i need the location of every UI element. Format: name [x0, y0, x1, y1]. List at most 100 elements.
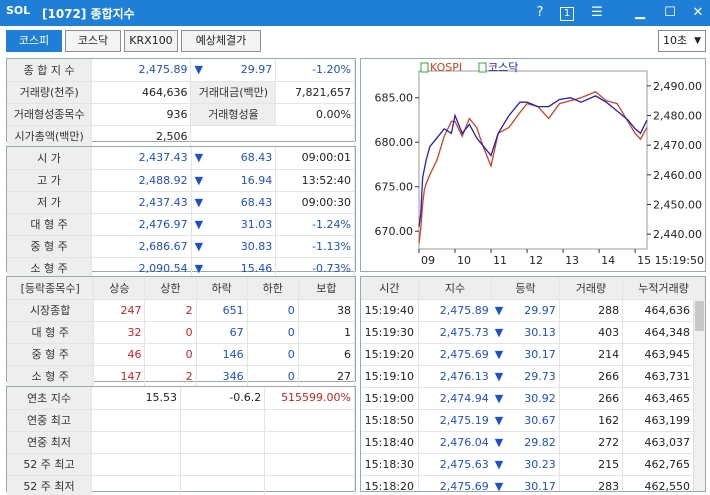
- tick-time: 15:19:10: [361, 365, 419, 388]
- trade-amount-value: 7,821,657: [275, 81, 355, 104]
- tab-krx100[interactable]: KRX100: [124, 30, 178, 52]
- down-arrow-icon: ▼: [191, 191, 207, 214]
- down-arrow-icon: ▼: [191, 213, 207, 236]
- right-tick-label: 2,470.00: [653, 139, 702, 152]
- price-value: 2,488.92: [91, 169, 192, 192]
- price-change: 30.83: [206, 235, 277, 258]
- price-row: 중 형 주 2,686.67 ▼ 30.83 -1.13%: [7, 235, 355, 258]
- breadth-down-limit: 0: [247, 365, 299, 388]
- close-icon[interactable]: ✕: [688, 3, 708, 23]
- breadth-down-limit: 0: [247, 299, 299, 322]
- plot-area: [418, 70, 648, 250]
- down-arrow-icon: ▼: [491, 321, 507, 344]
- tick-time: 15:19:20: [361, 343, 419, 366]
- year-start-label: 연초 지수: [7, 387, 92, 410]
- scrollbar[interactable]: [693, 299, 705, 491]
- tick-volume: 403: [559, 321, 624, 344]
- right-tick-label: 2,490.00: [653, 80, 702, 93]
- right-tick-label: 2,450.00: [653, 199, 702, 212]
- year-start-change: -0.6.2: [180, 387, 266, 410]
- tick-row[interactable]: 15:19:00 2,474.94 ▼ 30.92 266 463,465: [361, 387, 705, 410]
- tick-volume: 288: [559, 299, 624, 322]
- volume-value: 464,636: [91, 81, 192, 104]
- price-label: 고 가: [7, 169, 93, 192]
- tick-row[interactable]: 15:18:40 2,476.04 ▼ 29.82 272 463,037: [361, 431, 705, 454]
- tick-change: 30.17: [506, 343, 560, 366]
- tick-row[interactable]: 15:18:50 2,475.19 ▼ 30.67 162 463,199: [361, 409, 705, 432]
- left-tick-label: 675.00: [375, 181, 414, 194]
- market-cap-label: 시가총액(백만): [7, 125, 93, 148]
- x-tick-label: 12: [529, 254, 543, 267]
- breadth-down: 67: [196, 321, 248, 344]
- tab-expected-price[interactable]: 예상체결가: [181, 30, 261, 52]
- composite-index-change: 29.97: [205, 59, 277, 82]
- scrollbar-thumb[interactable]: [695, 301, 704, 331]
- tick-header-vol: 거래량: [559, 277, 624, 300]
- price-row: 대 형 주 2,476.97 ▼ 31.03 -1.24%: [7, 213, 355, 236]
- breadth-label: 중 형 주: [7, 343, 95, 366]
- tick-index: 2,475.89: [418, 299, 492, 322]
- tick-header-index: 지수: [418, 277, 493, 300]
- x-tick-label: 11: [493, 254, 507, 267]
- menu-icon[interactable]: ☰: [587, 3, 607, 23]
- down-arrow-icon: ▼: [191, 235, 207, 258]
- tick-index: 2,476.13: [418, 365, 492, 388]
- year-start-value: 15.53: [91, 387, 182, 410]
- breadth-down: 651: [196, 299, 248, 322]
- down-arrow-icon: ▼: [191, 147, 207, 170]
- price-row: 시 가 2,437.43 ▼ 68.43 09:00:01: [7, 147, 355, 170]
- interval-select[interactable]: 10초 ▼: [658, 30, 706, 52]
- down-arrow-icon: ▼: [491, 365, 507, 388]
- tick-row[interactable]: 15:19:20 2,475.69 ▼ 30.17 214 463,945: [361, 343, 705, 366]
- breadth-header-cell: 상승: [93, 277, 146, 300]
- window-title: [1072] 종합지수: [42, 7, 135, 21]
- summary-panel: 종 합 지 수 2,475.89 ▼ 29.97 -1.20% 거래량(천주) …: [6, 58, 356, 148]
- breadth-up: 147: [93, 365, 146, 388]
- tick-change: 30.92: [506, 387, 560, 410]
- app-logo: SOL: [6, 4, 31, 17]
- summary-row-marketcap: 시가총액(백만) 2,506: [7, 125, 355, 148]
- tab-kospi[interactable]: 코스피: [6, 30, 62, 52]
- tick-change: 30.17: [506, 475, 560, 491]
- minimize-icon[interactable]: ▁: [630, 3, 650, 23]
- tick-header-change: 등락: [491, 277, 560, 300]
- x-end-label: 15:19:50: [655, 254, 704, 267]
- tick-row[interactable]: 15:18:20 2,475.69 ▼ 30.17 283 462,550: [361, 475, 705, 491]
- tick-row[interactable]: 15:19:10 2,476.13 ▼ 29.73 266 463,731: [361, 365, 705, 388]
- formed-rate-label: 거래형성율: [190, 103, 277, 126]
- price-label: 중 형 주: [7, 235, 93, 258]
- year-low-label: 연중 최저: [7, 431, 92, 454]
- tick-index: 2,475.69: [418, 343, 492, 366]
- composite-index-label: 종 합 지 수: [7, 59, 93, 82]
- breadth-label: 대 형 주: [7, 321, 95, 344]
- left-tick-label: 680.00: [375, 136, 414, 149]
- breadth-label: 시장종합: [7, 299, 95, 322]
- tick-change: 29.97: [506, 299, 560, 322]
- price-row: 고 가 2,488.92 ▼ 16.94 13:52:40: [7, 169, 355, 192]
- tick-row[interactable]: 15:19:40 2,475.89 ▼ 29.97 288 464,636: [361, 299, 705, 322]
- left-tick-label: 685.00: [375, 92, 414, 105]
- info-icon[interactable]: 1: [557, 3, 577, 23]
- right-tick-label: 2,440.00: [653, 228, 702, 241]
- right-tick-label: 2,460.00: [653, 169, 702, 182]
- x-tick-label: 14: [601, 254, 615, 267]
- tab-kosdaq[interactable]: 코스닥: [65, 30, 121, 52]
- index-chart[interactable]: 685.00 680.00 675.00 670.00 2,490.00 2,480.00…: [361, 59, 705, 271]
- tick-index: 2,475.73: [418, 321, 492, 344]
- help-button[interactable]: ?: [530, 3, 550, 23]
- price-label: 대 형 주: [7, 213, 93, 236]
- maximize-icon[interactable]: ☐: [660, 3, 680, 23]
- breadth-row: 대 형 주 32 0 67 0 1: [7, 321, 356, 344]
- price-value: 2,437.43: [91, 147, 192, 170]
- tick-volume: 215: [559, 453, 624, 476]
- tick-time: 15:18:40: [361, 431, 419, 454]
- tick-volume: 266: [559, 387, 624, 410]
- tick-change: 29.73: [506, 365, 560, 388]
- tick-row[interactable]: 15:19:30 2,475.73 ▼ 30.13 403 464,348: [361, 321, 705, 344]
- legend-marker: [478, 62, 487, 73]
- tick-change: 30.67: [506, 409, 560, 432]
- right-tick-label: 2,480.00: [653, 110, 702, 123]
- tick-row[interactable]: 15:18:30 2,475.63 ▼ 30.23 215 462,765: [361, 453, 705, 476]
- down-arrow-icon: ▼: [491, 431, 507, 454]
- tick-time: 15:19:40: [361, 299, 419, 322]
